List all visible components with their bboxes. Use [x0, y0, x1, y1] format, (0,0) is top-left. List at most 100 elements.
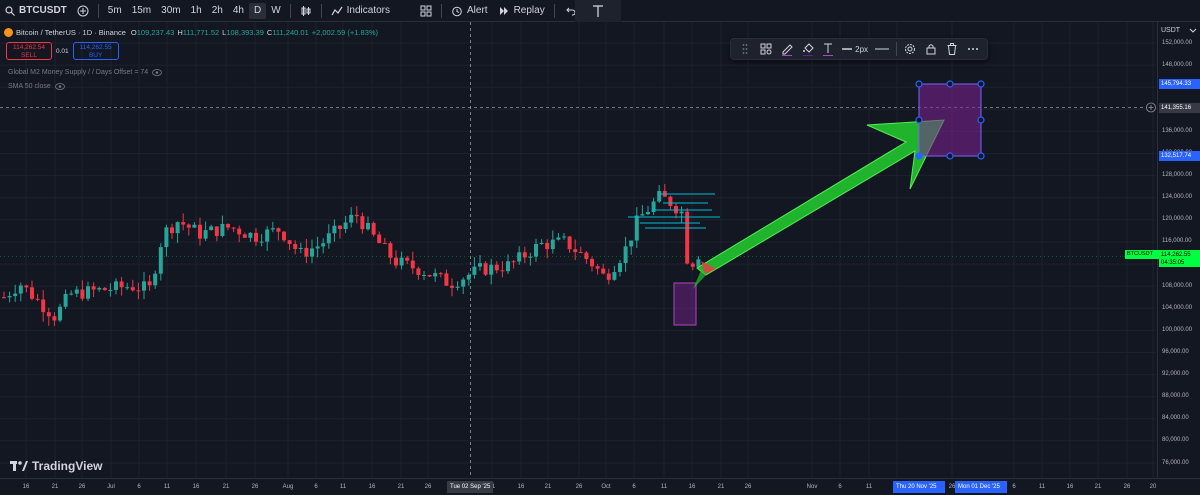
candle: [170, 223, 174, 239]
delete-button[interactable]: [945, 40, 959, 58]
range-end-date-tag: Mon 01 Dec '25: [955, 481, 1007, 493]
candle-body: [332, 225, 337, 234]
candle: [203, 221, 208, 241]
candle-body: [209, 226, 214, 231]
layouts-button[interactable]: [415, 0, 437, 22]
candle-body: [618, 263, 622, 273]
symbol-search[interactable]: BTCUSDT: [0, 0, 72, 22]
drawing-toolbar: 2px: [730, 38, 988, 60]
time-axis[interactable]: 16 21 26 Jul 6 11 16 21 26 Aug 6 11 16 21 26 11 16 21 26 Oc…: [0, 478, 1200, 495]
candle: [46, 307, 51, 326]
candle: [360, 212, 365, 234]
replay-button[interactable]: Replay: [493, 0, 550, 22]
line-color-button[interactable]: [780, 40, 794, 58]
line-style-icon: [874, 48, 889, 50]
buy-button[interactable]: 114,262.55 BUY: [72, 42, 119, 60]
divider: [895, 42, 897, 56]
candle-body: [438, 273, 443, 275]
candle: [7, 291, 12, 303]
template-icon: [760, 43, 772, 55]
candle: [450, 278, 454, 297]
buy-price: 114,262.55: [79, 44, 112, 51]
divider: [553, 3, 555, 18]
interval-2h[interactable]: 2h: [207, 0, 228, 22]
candle-body: [108, 289, 113, 291]
time-axis-label: 16: [688, 484, 696, 490]
candle: [472, 257, 477, 279]
candle-body: [478, 263, 482, 267]
interval-1w[interactable]: W: [266, 0, 285, 22]
time-axis-label: 21: [51, 484, 59, 490]
candle: [158, 243, 163, 281]
lock-button[interactable]: [924, 40, 938, 58]
candle: [214, 226, 219, 242]
interval-1d[interactable]: D: [248, 2, 267, 19]
candle-body: [640, 214, 645, 216]
candle-body: [679, 211, 684, 214]
more-options-button[interactable]: [966, 40, 980, 58]
interval-1h[interactable]: 1h: [186, 0, 207, 22]
line-width-button[interactable]: 2px: [842, 40, 868, 58]
time-axis-label: Nov: [806, 484, 818, 490]
candle-body: [388, 243, 393, 258]
candle: [226, 223, 230, 231]
sell-button[interactable]: 114,262.54 SELL: [6, 42, 52, 60]
line-style-button[interactable]: [874, 40, 889, 58]
candle-body: [455, 286, 460, 288]
drag-handle[interactable]: [738, 40, 752, 58]
indicators-button[interactable]: Indicators: [326, 0, 395, 22]
alert-button[interactable]: Alert: [446, 0, 493, 22]
template-button[interactable]: [759, 40, 773, 58]
compare-button[interactable]: [72, 0, 94, 22]
interval-15m[interactable]: 15m: [127, 0, 156, 22]
indicator-sma50[interactable]: SMA 50 close: [8, 83, 65, 90]
time-axis-label: 11: [1038, 484, 1046, 490]
search-icon: [5, 5, 15, 16]
interval-5m[interactable]: 5m: [103, 0, 127, 22]
trash-icon: [947, 43, 957, 55]
time-axis-label: 16: [192, 484, 200, 490]
price-axis-label: 148,000.00: [1162, 61, 1193, 68]
candle: [2, 291, 6, 299]
candle-body: [500, 270, 505, 272]
candles-icon: [301, 5, 311, 16]
tradingview-logo[interactable]: TradingView: [10, 459, 102, 473]
candle-body: [69, 293, 74, 295]
chevron-down-icon[interactable]: [1189, 28, 1197, 34]
price-chart[interactable]: [0, 22, 1156, 478]
candle-body: [590, 259, 594, 267]
hidden-eye-icon[interactable]: [152, 69, 163, 76]
gear-icon: [905, 44, 916, 54]
chart-type-button[interactable]: [295, 0, 317, 22]
candle-body: [394, 257, 398, 266]
price-axis-label: 136,000.00: [1162, 127, 1193, 134]
interval-4h[interactable]: 4h: [228, 0, 249, 22]
candle: [310, 239, 314, 264]
time-axis-label: 6: [1012, 484, 1016, 490]
candle: [186, 223, 191, 236]
crosshair-price-tag: 141,355.16: [1159, 103, 1200, 113]
text-tool-button[interactable]: [575, 0, 621, 22]
legend-title[interactable]: Bitcoin / TetherUS · 1D · Binance: [16, 28, 126, 37]
currency-label[interactable]: USDT: [1161, 27, 1180, 34]
candle: [444, 269, 449, 287]
small-rectangle-drawing[interactable]: [673, 282, 697, 326]
crosshair-plus-icon[interactable]: [1146, 102, 1156, 113]
candle-body: [444, 273, 449, 286]
grip-dots-icon: [742, 44, 748, 54]
fill-color-button[interactable]: [801, 40, 815, 58]
price-axis[interactable]: USDT 152,000.00148,000.00144,000.00140,0…: [1157, 22, 1200, 478]
chart-pane[interactable]: [0, 22, 1156, 478]
candle: [102, 287, 107, 291]
candle: [343, 216, 348, 233]
candle-body: [298, 247, 303, 250]
candle: [242, 232, 247, 238]
hidden-eye-icon[interactable]: [54, 83, 65, 90]
candle: [629, 240, 634, 255]
indicator-m2-supply[interactable]: Global M2 Money Supply / / Days Offset =…: [8, 69, 163, 76]
text-color-button[interactable]: [821, 40, 835, 58]
target-rectangle-drawing[interactable]: [918, 83, 982, 157]
interval-30m[interactable]: 30m: [156, 0, 185, 22]
candle: [506, 254, 510, 274]
settings-button[interactable]: [903, 40, 917, 58]
